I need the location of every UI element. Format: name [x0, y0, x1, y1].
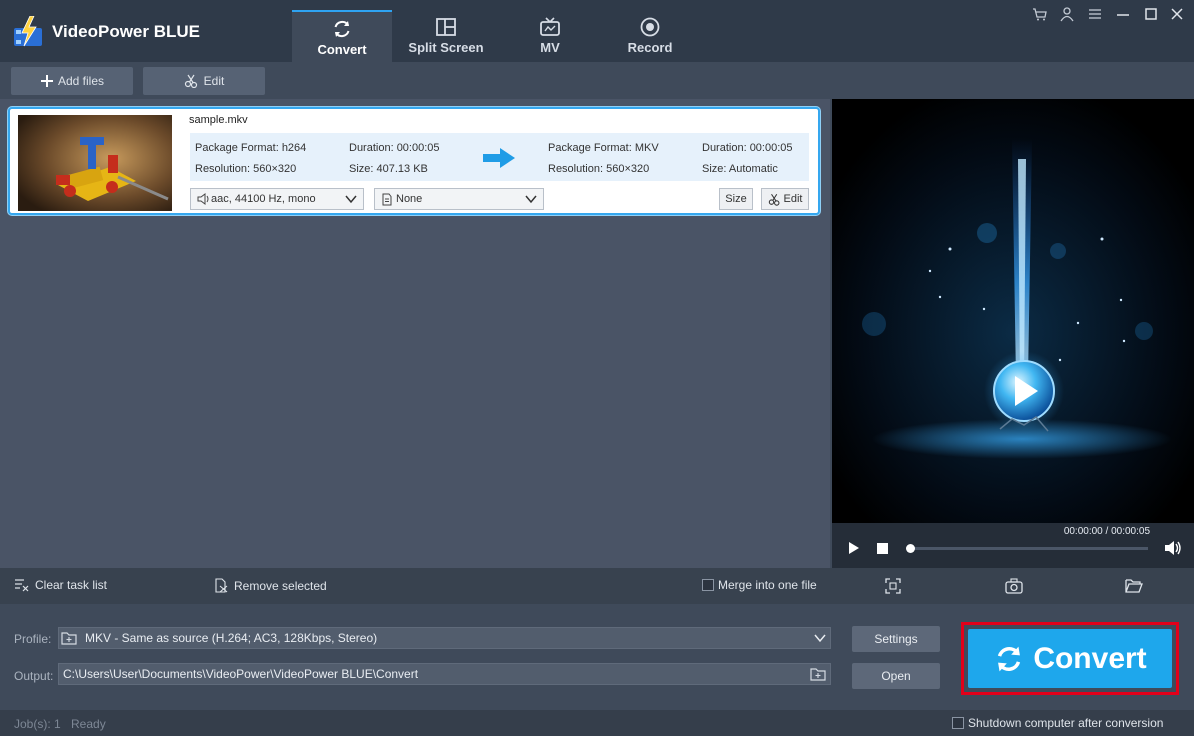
app-title: VideoPower BLUE [52, 22, 200, 41]
chevron-down-icon [814, 634, 826, 643]
fullscreen-icon[interactable] [885, 578, 901, 594]
audio-track-value: aac, 44100 Hz, mono [211, 193, 316, 205]
toolbar: Add files Edit [0, 62, 1194, 99]
profile-value: MKV - Same as source (H.264; AC3, 128Kbp… [85, 631, 378, 645]
open-button[interactable]: Open [852, 663, 940, 689]
status-bar: Job(s): 1 Ready Shutdown computer after … [0, 710, 1194, 736]
minimize-icon[interactable] [1114, 6, 1132, 22]
close-icon[interactable] [1168, 6, 1186, 22]
size-button[interactable]: Size [719, 188, 753, 210]
merge-checkbox[interactable]: Merge into one file [702, 578, 817, 592]
source-format: Package Format: h264 [195, 142, 307, 154]
play-icon[interactable] [848, 541, 860, 555]
plus-icon [40, 75, 53, 87]
item-edit-button[interactable]: Edit [761, 188, 809, 210]
video-preview[interactable] [832, 99, 1194, 523]
tab-mv-label: MV [540, 40, 560, 55]
tab-convert-label: Convert [317, 42, 367, 57]
speaker-icon [197, 193, 209, 205]
shutdown-label: Shutdown computer after conversion [968, 716, 1164, 730]
profile-label: Profile: [14, 632, 52, 646]
browse-folder-icon[interactable] [810, 667, 826, 681]
remove-selected-label: Remove selected [234, 578, 327, 593]
output-path-field[interactable]: C:\Users\User\Documents\VideoPower\Video… [58, 663, 831, 685]
subtitle-value: None [396, 193, 423, 205]
video-thumbnail [18, 115, 172, 211]
job-count: Job(s): 1 [14, 717, 61, 731]
chevron-down-icon [345, 195, 357, 204]
player-controls: 00:00:00 / 00:00:05 [832, 523, 1194, 568]
tab-record-label: Record [627, 40, 673, 55]
document-icon [382, 193, 392, 205]
convert-button[interactable]: Convert [968, 629, 1172, 688]
profile-folder-icon [61, 632, 77, 645]
tab-record[interactable]: Record [600, 10, 700, 62]
record-icon [640, 17, 660, 37]
cart-icon[interactable] [1031, 6, 1049, 22]
profile-select[interactable]: MKV - Same as source (H.264; AC3, 128Kbp… [58, 627, 831, 649]
source-duration: Duration: 00:00:05 [349, 142, 440, 154]
maximize-icon[interactable] [1142, 6, 1160, 22]
tab-mv[interactable]: MV [500, 10, 600, 62]
title-bar: VideoPower BLUE Convert Split Screen MV [0, 0, 1194, 62]
convert-highlight: Convert [961, 622, 1179, 695]
subtitle-select[interactable]: None [374, 188, 544, 210]
tv-icon [540, 17, 560, 36]
refresh-icon [998, 646, 1021, 671]
target-size: Size: Automatic [702, 163, 778, 175]
arrow-right-icon [483, 148, 515, 168]
clear-list-icon [15, 579, 29, 592]
seek-bar[interactable] [906, 544, 1148, 553]
add-files-label: Add files [57, 74, 105, 88]
user-icon[interactable] [1058, 6, 1076, 22]
player-timecode: 00:00:00 / 00:00:05 [1063, 526, 1150, 537]
output-label: Output: [14, 669, 54, 683]
target-resolution: Resolution: 560×320 [548, 163, 650, 175]
shutdown-checkbox[interactable]: Shutdown computer after conversion [952, 716, 1163, 730]
stop-icon[interactable] [876, 542, 889, 555]
remove-selected-button[interactable]: Remove selected [214, 578, 327, 593]
target-format: Package Format: MKV [548, 142, 659, 154]
edit-button[interactable]: Edit [143, 67, 265, 95]
scissors-icon [184, 74, 197, 88]
settings-button[interactable]: Settings [852, 626, 940, 652]
seek-handle[interactable] [906, 544, 915, 553]
source-resolution: Resolution: 560×320 [195, 163, 297, 175]
target-duration: Duration: 00:00:05 [702, 142, 793, 154]
source-size: Size: 407.13 KB [349, 163, 428, 175]
clear-task-list-button[interactable]: Clear task list [14, 578, 107, 592]
merge-checkbox-box[interactable] [702, 579, 714, 591]
file-list: sample.mkv Package Format: h264 Resoluti… [0, 99, 830, 568]
output-panel: Profile: MKV - Same as source (H.264; AC… [0, 604, 1194, 710]
folder-open-icon[interactable] [1125, 578, 1143, 593]
refresh-icon [334, 21, 350, 37]
volume-icon[interactable] [1164, 540, 1182, 556]
file-item[interactable]: sample.mkv Package Format: h264 Resoluti… [8, 107, 820, 215]
audio-track-select[interactable]: aac, 44100 Hz, mono [190, 188, 364, 210]
clear-task-list-label: Clear task list [35, 578, 108, 592]
scissors-icon [768, 193, 779, 206]
camera-icon[interactable] [1005, 578, 1023, 594]
output-path-value: C:\Users\User\Documents\VideoPower\Video… [63, 667, 419, 681]
tab-split-screen[interactable]: Split Screen [396, 10, 496, 62]
app-logo-icon [14, 16, 42, 47]
item-edit-label: Edit [783, 193, 803, 205]
shutdown-checkbox-box[interactable] [952, 717, 964, 729]
merge-label: Merge into one file [718, 578, 817, 592]
file-name: sample.mkv [189, 114, 248, 126]
split-screen-icon [436, 18, 456, 36]
task-bar: Clear task list Remove selected Merge in… [0, 568, 1194, 604]
chevron-down-icon [525, 195, 537, 204]
tab-convert[interactable]: Convert [292, 10, 392, 62]
preview-splash-image [832, 99, 1194, 523]
remove-file-icon [215, 578, 228, 593]
menu-icon[interactable] [1086, 6, 1104, 22]
file-info-panel: Package Format: h264 Resolution: 560×320… [190, 133, 809, 181]
tab-split-screen-label: Split Screen [408, 40, 484, 55]
convert-label: Convert [1033, 641, 1147, 675]
edit-label: Edit [203, 74, 225, 88]
add-files-button[interactable]: Add files [11, 67, 133, 95]
status-text: Ready [71, 717, 106, 731]
